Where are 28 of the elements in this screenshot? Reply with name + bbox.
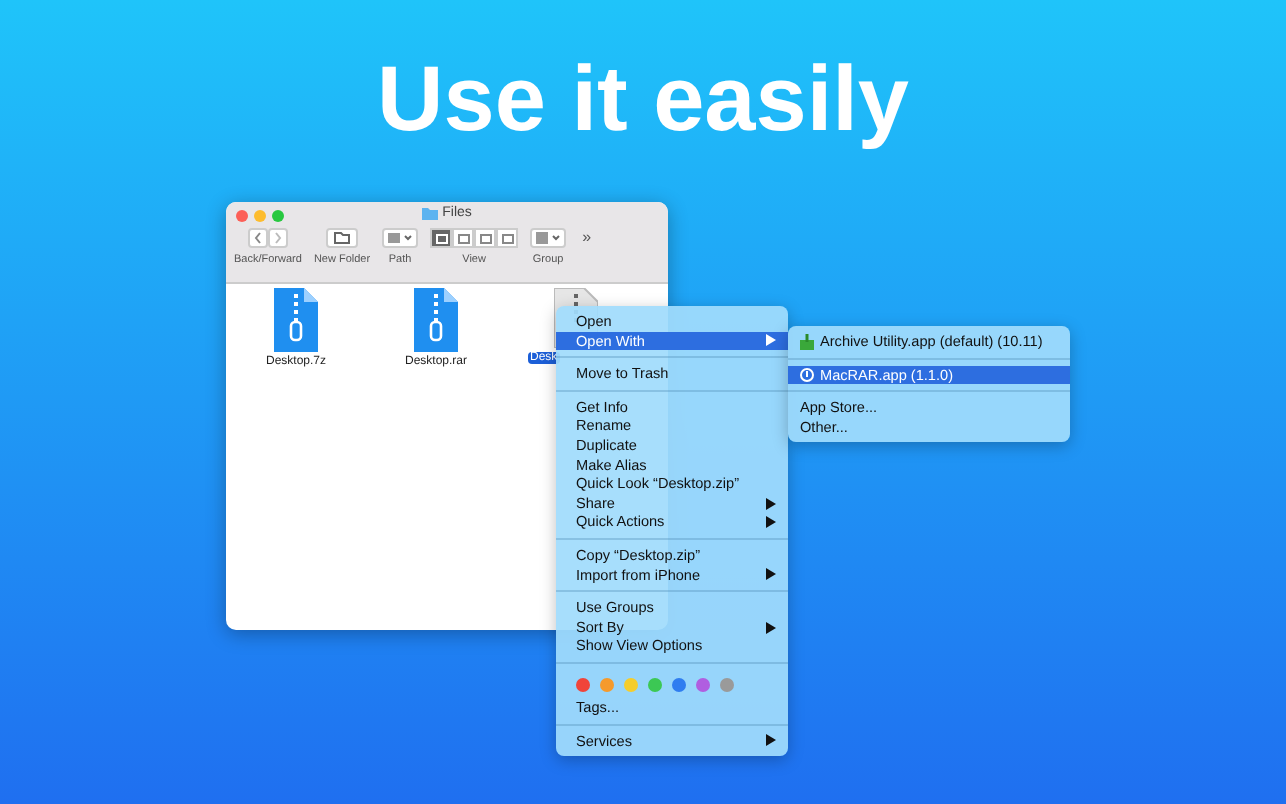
headline: Use it easily bbox=[377, 44, 909, 152]
path-button[interactable] bbox=[382, 228, 419, 248]
tag-dot[interactable] bbox=[672, 677, 686, 692]
tag-dot[interactable] bbox=[720, 677, 734, 692]
view-mode-button[interactable] bbox=[430, 228, 453, 248]
chevron-left-icon bbox=[253, 232, 262, 244]
view-mode-button[interactable] bbox=[474, 228, 497, 248]
tag-dot[interactable] bbox=[696, 677, 710, 692]
tag-dot[interactable] bbox=[648, 677, 662, 692]
close-button[interactable] bbox=[236, 210, 248, 222]
back-button[interactable] bbox=[247, 228, 268, 248]
zip-file-icon[interactable] bbox=[414, 288, 458, 352]
zip-file-icon[interactable] bbox=[274, 288, 318, 352]
macrar-icon bbox=[800, 367, 814, 382]
minimize-button[interactable] bbox=[254, 210, 266, 222]
more-tools-button[interactable]: » bbox=[582, 228, 592, 246]
tag-dot[interactable] bbox=[624, 677, 638, 692]
chevron-right-icon bbox=[273, 232, 282, 244]
view-mode-button[interactable] bbox=[452, 228, 475, 248]
archive-utility-icon bbox=[800, 333, 814, 350]
group-button[interactable] bbox=[530, 228, 567, 248]
view-mode-button[interactable] bbox=[496, 228, 519, 248]
zoom-button[interactable] bbox=[272, 210, 284, 222]
folder-icon bbox=[422, 207, 439, 219]
tag-dot[interactable] bbox=[600, 677, 614, 692]
forward-button[interactable] bbox=[267, 228, 288, 248]
new-folder-button[interactable] bbox=[326, 228, 358, 248]
tag-dot[interactable] bbox=[576, 677, 590, 692]
